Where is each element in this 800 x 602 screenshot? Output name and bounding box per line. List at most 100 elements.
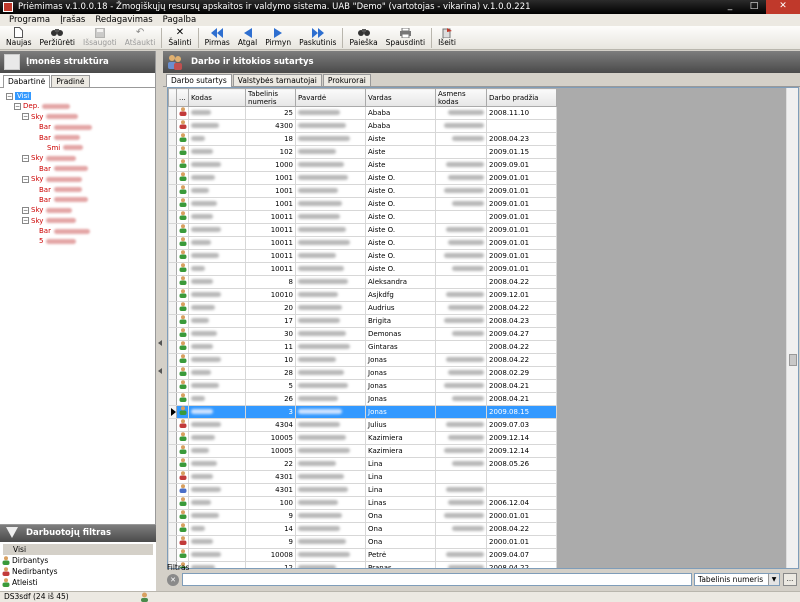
table-row[interactable]: 3 Jonas 2009.08.15 — [168, 405, 557, 419]
table-row[interactable]: 14 Ona 2008.04.22 — [168, 522, 557, 536]
row-indicator[interactable] — [168, 106, 177, 120]
table-row[interactable]: 10005 Kazimiera 2009.12.14 — [168, 444, 557, 458]
tree-node[interactable]: − Sky — [6, 216, 155, 226]
tab-darbo-sutartys[interactable]: Darbo sutartys — [166, 74, 232, 87]
table-row[interactable]: 10 Jonas 2008.04.22 — [168, 353, 557, 367]
table-row[interactable]: 100 Linas 2006.12.04 — [168, 496, 557, 510]
row-indicator[interactable] — [168, 301, 177, 315]
table-row[interactable]: 4300 Ababa — [168, 119, 557, 133]
table-row[interactable]: 4301 Lina — [168, 470, 557, 484]
row-indicator[interactable] — [168, 119, 177, 133]
table-row[interactable]: 10011 Aiste O. 2009.01.01 — [168, 236, 557, 250]
row-indicator[interactable] — [168, 405, 177, 419]
tree-expander-icon[interactable]: − — [22, 206, 29, 214]
tree-node[interactable]: −Bar — [6, 122, 155, 132]
row-indicator[interactable] — [168, 314, 177, 328]
table-row[interactable]: 10011 Aiste O. 2009.01.01 — [168, 262, 557, 276]
menu-programa[interactable]: Programa — [4, 14, 55, 26]
row-indicator[interactable] — [168, 418, 177, 432]
row-indicator[interactable] — [168, 392, 177, 406]
menu-redagavimas[interactable]: Redagavimas — [90, 14, 157, 26]
tree-node[interactable]: −Bar — [6, 164, 155, 174]
table-row[interactable]: 1001 Aiste O. 2009.01.01 — [168, 184, 557, 198]
table-row[interactable]: 9 Ona 2000.01.01 — [168, 535, 557, 549]
table-row[interactable]: 18 Aiste 2008.04.23 — [168, 132, 557, 146]
row-indicator[interactable] — [168, 145, 177, 159]
tree-expander-icon[interactable]: − — [22, 113, 29, 121]
tree-expander-icon[interactable]: − — [22, 154, 29, 162]
filter-options-button[interactable]: ... — [783, 573, 797, 586]
row-indicator[interactable] — [168, 132, 177, 146]
first-button[interactable]: Pirmas — [201, 26, 234, 50]
table-row[interactable]: 12 Pranas 2008.04.22 — [168, 561, 557, 568]
tree-node[interactable]: −Bar — [6, 195, 155, 205]
row-indicator[interactable] — [168, 483, 177, 497]
table-row[interactable]: 10010 Asjkdfg 2009.12.01 — [168, 288, 557, 302]
scrollbar-thumb[interactable] — [789, 354, 797, 366]
maximize-button[interactable]: □ — [742, 0, 766, 14]
table-row[interactable]: 10011 Aiste O. 2009.01.01 — [168, 210, 557, 224]
table-row[interactable]: 1001 Aiste O. 2009.01.01 — [168, 171, 557, 185]
exit-button[interactable]: Išeiti — [434, 26, 460, 50]
minimize-button[interactable]: _ — [718, 0, 742, 14]
row-indicator[interactable] — [168, 548, 177, 562]
table-row[interactable]: 22 Lina 2008.05.26 — [168, 457, 557, 471]
row-indicator[interactable] — [168, 262, 177, 276]
tree-expander-icon[interactable]: − — [6, 92, 13, 100]
tab-pradine[interactable]: Pradinė — [51, 75, 90, 87]
row-indicator[interactable] — [168, 288, 177, 302]
table-row[interactable]: 10008 Petrė 2009.04.07 — [168, 548, 557, 562]
column-header-dots[interactable]: ... — [176, 88, 189, 107]
table-row[interactable]: 17 Brigita 2008.04.23 — [168, 314, 557, 328]
table-row[interactable]: 10011 Aiste O. 2009.01.01 — [168, 249, 557, 263]
delete-button[interactable]: ✕ Šalinti — [164, 26, 195, 50]
tree-node[interactable]: −5 — [6, 236, 155, 246]
tree-node[interactable]: −Smi — [6, 143, 155, 153]
row-indicator[interactable] — [168, 171, 177, 185]
row-indicator[interactable] — [168, 470, 177, 484]
tree-node[interactable]: − Sky — [6, 174, 155, 184]
table-row[interactable]: 11 Gintaras 2008.04.22 — [168, 340, 557, 354]
filter-item[interactable]: Nedirbantys — [0, 566, 156, 577]
filter-field-select[interactable]: Tabelinis numeris ▼ — [694, 573, 780, 586]
column-header-darbo-pradzia[interactable]: Darbo pradžia — [486, 88, 557, 107]
row-indicator[interactable] — [168, 340, 177, 354]
row-indicator[interactable] — [168, 236, 177, 250]
chevron-down-icon[interactable]: ▼ — [768, 574, 779, 585]
row-indicator[interactable] — [168, 496, 177, 510]
tree-node[interactable]: −Bar — [6, 185, 155, 195]
row-indicator[interactable] — [168, 522, 177, 536]
tab-prokurorai[interactable]: Prokurorai — [322, 74, 371, 86]
tree-node[interactable]: − Dep. — [6, 101, 155, 111]
column-header-tabelinis-numeris[interactable]: Tabelinis numeris — [245, 88, 296, 107]
table-row[interactable]: 5 Jonas 2008.04.21 — [168, 379, 557, 393]
table-row[interactable]: 1000 Aiste 2009.09.01 — [168, 158, 557, 172]
table-row[interactable]: 25 Ababa 2008.11.10 — [168, 106, 557, 120]
previous-button[interactable]: Atgal — [234, 26, 261, 50]
next-button[interactable]: Pirmyn — [261, 26, 295, 50]
tree-node[interactable]: −Bar — [6, 226, 155, 236]
tree-expander-icon[interactable]: − — [14, 102, 21, 110]
splitter-grip[interactable] — [158, 339, 162, 399]
tree-node-root[interactable]: − Visi — [6, 91, 155, 101]
column-header-kodas[interactable]: Kodas — [188, 88, 246, 107]
row-indicator[interactable] — [168, 353, 177, 367]
table-row[interactable]: 1001 Aiste O. 2009.01.01 — [168, 197, 557, 211]
table-row[interactable]: 20 Audrius 2008.04.22 — [168, 301, 557, 315]
tree-node[interactable]: −Bar — [6, 133, 155, 143]
tree-node[interactable]: − Sky — [6, 205, 155, 215]
table-row[interactable]: 4301 Lina — [168, 483, 557, 497]
tree-expander-icon[interactable]: − — [22, 175, 29, 183]
table-row[interactable]: 28 Jonas 2008.02.29 — [168, 366, 557, 380]
filter-input[interactable] — [182, 573, 692, 586]
row-indicator[interactable] — [168, 509, 177, 523]
tree-expander-icon[interactable]: − — [22, 217, 29, 225]
column-header-vardas[interactable]: Vardas — [365, 88, 436, 107]
search-button[interactable]: Paieška — [345, 26, 381, 50]
filter-item[interactable]: Visi — [3, 544, 153, 555]
table-row[interactable]: 10005 Kazimiera 2009.12.14 — [168, 431, 557, 445]
clear-filter-icon[interactable]: ✕ — [167, 573, 179, 586]
tab-dabartine[interactable]: Dabartinė — [3, 75, 51, 88]
row-indicator[interactable] — [168, 210, 177, 224]
row-indicator[interactable] — [168, 431, 177, 445]
